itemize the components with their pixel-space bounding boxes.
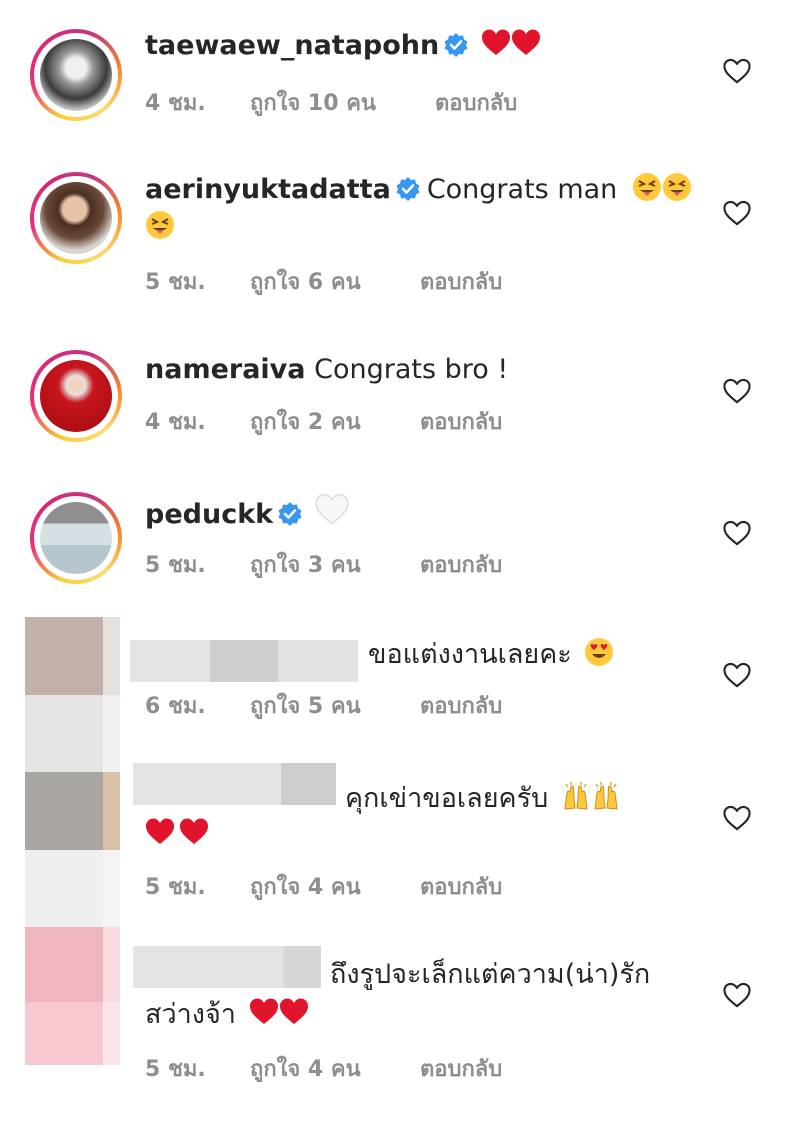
squinting-tongue-face-icon bbox=[661, 172, 692, 202]
red-heart-icon bbox=[279, 998, 308, 1024]
reply-button[interactable]: ตอบกลับ bbox=[420, 1051, 502, 1086]
redacted-username bbox=[133, 946, 321, 988]
comment-text: คุกเข่าขอเลยครับ bbox=[345, 783, 549, 814]
comment-username[interactable]: nameraiva bbox=[145, 354, 306, 385]
comment-time: 5 ชม. bbox=[145, 1057, 206, 1082]
verified-badge-icon bbox=[277, 501, 303, 527]
avatar[interactable] bbox=[25, 927, 120, 1065]
avatar[interactable] bbox=[25, 772, 120, 927]
heart-eyes-face-icon bbox=[585, 638, 614, 666]
raising-hands-icon bbox=[564, 781, 588, 810]
comment-likes[interactable]: ถูกใจ 4 คน bbox=[250, 1051, 361, 1086]
comment-likes[interactable]: ถูกใจ 5 คน bbox=[250, 688, 361, 723]
redacted-username bbox=[130, 640, 358, 682]
like-heart-icon[interactable] bbox=[722, 57, 752, 85]
like-heart-icon[interactable] bbox=[722, 519, 752, 547]
reply-button[interactable]: ตอบกลับ bbox=[420, 869, 502, 904]
reply-button[interactable]: ตอบกลับ bbox=[435, 85, 517, 120]
like-heart-icon[interactable] bbox=[722, 661, 752, 689]
white-heart-icon bbox=[315, 494, 349, 525]
red-heart-icon bbox=[249, 998, 278, 1024]
comment-time: 4 ชม. bbox=[145, 410, 206, 435]
comment-likes[interactable]: ถูกใจ 6 คน bbox=[250, 264, 361, 299]
comment-likes[interactable]: ถูกใจ 4 คน bbox=[250, 869, 361, 904]
reply-button[interactable]: ตอบกลับ bbox=[420, 264, 502, 299]
verified-badge-icon bbox=[395, 176, 421, 202]
comment-username[interactable]: aerinyuktadatta bbox=[145, 174, 391, 205]
reply-button[interactable]: ตอบกลับ bbox=[420, 404, 502, 439]
avatar[interactable] bbox=[30, 350, 122, 442]
like-heart-icon[interactable] bbox=[722, 377, 752, 405]
comment-username[interactable]: peduckk bbox=[145, 499, 273, 530]
avatar[interactable] bbox=[30, 492, 122, 584]
red-heart-icon bbox=[512, 29, 541, 55]
verified-badge-icon bbox=[443, 32, 470, 58]
avatar[interactable] bbox=[30, 29, 122, 121]
avatar[interactable] bbox=[25, 617, 120, 772]
comment-text: Congrats bro ! bbox=[314, 354, 509, 385]
squinting-tongue-face-icon bbox=[145, 210, 175, 240]
squinting-tongue-face-icon bbox=[631, 172, 662, 202]
comment-time: 5 ชม. bbox=[145, 270, 206, 295]
comment-text: ถึงรูปจะเล็กแต่ความ(น่า)รัก bbox=[330, 959, 651, 990]
reply-button[interactable]: ตอบกลับ bbox=[420, 547, 502, 582]
comment-likes[interactable]: ถูกใจ 10 คน bbox=[250, 85, 376, 120]
comment-time: 6 ชม. bbox=[145, 694, 206, 719]
like-heart-icon[interactable] bbox=[722, 199, 752, 227]
comment-text: ขอแต่งงานเลยคะ bbox=[368, 639, 572, 670]
red-heart-icon bbox=[180, 818, 208, 844]
comment-likes[interactable]: ถูกใจ 3 คน bbox=[250, 547, 361, 582]
redacted-username bbox=[133, 763, 336, 805]
like-heart-icon[interactable] bbox=[722, 981, 752, 1009]
red-heart-icon bbox=[146, 818, 174, 844]
comment-username[interactable]: taewaew_natapohn bbox=[145, 30, 439, 61]
raising-hands-icon bbox=[594, 781, 618, 810]
comment-time: 5 ชม. bbox=[145, 875, 206, 900]
comment-time: 4 ชม. bbox=[145, 91, 206, 116]
reply-button[interactable]: ตอบกลับ bbox=[420, 688, 502, 723]
avatar[interactable] bbox=[30, 172, 122, 264]
red-heart-icon bbox=[482, 29, 511, 55]
comment-time: 5 ชม. bbox=[145, 553, 206, 578]
like-heart-icon[interactable] bbox=[722, 804, 752, 832]
comment-text-line2: สว่างจ้า bbox=[145, 999, 236, 1030]
comment-text: Congrats man bbox=[426, 174, 618, 205]
comment-likes[interactable]: ถูกใจ 2 คน bbox=[250, 404, 361, 439]
